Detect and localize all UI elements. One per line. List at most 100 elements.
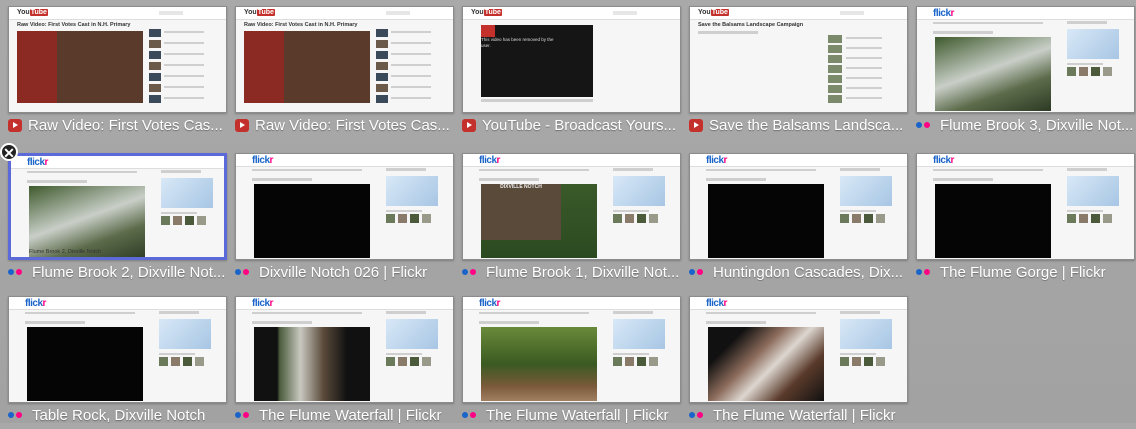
page-preview[interactable]: flickr bbox=[689, 296, 908, 403]
tab-title: Flume Brook 3, Dixville Not... bbox=[940, 116, 1134, 134]
tab-thumbnail[interactable]: YouTube This video has been removed by th… bbox=[462, 6, 681, 139]
tab-thumbnail[interactable]: YouTube Raw Video: First Votes Cast in N.… bbox=[235, 6, 454, 139]
toolbar-line bbox=[698, 31, 758, 34]
set-thumb bbox=[1079, 214, 1088, 223]
tab-thumbnail[interactable]: flickr Table Rock, Dixville Notch bbox=[8, 296, 227, 429]
flickr-logo-flick: flick bbox=[706, 155, 724, 166]
set-thumb bbox=[864, 357, 873, 366]
related-video-thumb bbox=[828, 35, 842, 43]
set-thumb bbox=[1067, 67, 1076, 76]
tab-thumbnail[interactable]: YouTube Save the Balsams Landscape Campai… bbox=[689, 6, 908, 139]
set-thumb bbox=[1091, 214, 1100, 223]
related-video-thumb bbox=[828, 45, 842, 53]
tab-thumbnail[interactable]: flickr Dixville Notch 026 | Flickr bbox=[235, 153, 454, 286]
sets-label bbox=[840, 210, 876, 212]
set-thumb bbox=[159, 357, 168, 366]
tab-thumbnail[interactable]: flickr The Flume Gorge | Flickr bbox=[916, 153, 1135, 286]
related-video-title bbox=[391, 42, 431, 44]
tab-label[interactable]: Dixville Notch 026 | Flickr bbox=[235, 262, 454, 282]
page-preview[interactable]: flickr bbox=[462, 296, 681, 403]
flickr-icon bbox=[689, 411, 707, 419]
tab-label[interactable]: Huntingdon Cascades, Dix... bbox=[689, 262, 908, 282]
page-preview[interactable]: flickr bbox=[235, 153, 454, 260]
tab-label[interactable]: Save the Balsams Landsca... bbox=[689, 115, 908, 135]
tab-thumbnail[interactable]: flickr DIXVILLE NOTCH Flume Brook 1, Dixvi… bbox=[462, 153, 681, 286]
set-thumb bbox=[398, 214, 407, 223]
youtube-icon bbox=[8, 118, 22, 132]
set-thumb bbox=[386, 214, 395, 223]
flickr-logo: flickr bbox=[252, 298, 273, 309]
video-frame-left bbox=[244, 31, 284, 103]
set-thumb bbox=[840, 357, 849, 366]
action-bar bbox=[933, 178, 993, 181]
tab-label[interactable]: The Flume Waterfall | Flickr bbox=[462, 405, 681, 425]
page-preview[interactable]: YouTube Raw Video: First Votes Cast in N.… bbox=[8, 6, 227, 113]
tab-thumbnail[interactable]: flickr The Flume Waterfall | Flickr bbox=[235, 296, 454, 429]
flickr-logo: flickr bbox=[27, 157, 48, 168]
sets-label bbox=[613, 210, 649, 212]
close-icon[interactable]: ✕ bbox=[0, 143, 18, 161]
related-video-thumb bbox=[149, 51, 161, 59]
set-thumb bbox=[876, 357, 885, 366]
tab-label[interactable]: The Flume Waterfall | Flickr bbox=[689, 405, 908, 425]
preview-header: flickr bbox=[690, 154, 907, 167]
tab-thumbnail[interactable]: flickr The Flume Waterfall | Flickr bbox=[462, 296, 681, 429]
tab-thumbnail[interactable]: YouTube Raw Video: First Votes Cast in N.… bbox=[8, 6, 227, 139]
tab-label[interactable]: Table Rock, Dixville Notch bbox=[8, 405, 227, 425]
location-map bbox=[613, 176, 665, 206]
photo-view bbox=[935, 184, 1051, 258]
tab-label[interactable]: Raw Video: First Votes Cas... bbox=[8, 115, 227, 135]
tab-label[interactable]: The Flume Gorge | Flickr bbox=[916, 262, 1135, 282]
page-title: Raw Video: First Votes Cast in N.H. Prim… bbox=[244, 22, 358, 28]
page-title: Raw Video: First Votes Cast in N.H. Prim… bbox=[17, 22, 131, 28]
page-preview[interactable]: flickr bbox=[916, 153, 1135, 260]
tab-label[interactable]: YouTube - Broadcast Yours... bbox=[462, 115, 681, 135]
page-preview[interactable]: YouTube Save the Balsams Landscape Campai… bbox=[689, 6, 908, 113]
related-video-thumb bbox=[149, 40, 161, 48]
youtube-logo-you: You bbox=[698, 9, 711, 16]
action-bar bbox=[933, 31, 993, 34]
photo-view bbox=[708, 184, 824, 258]
related-video-title bbox=[164, 53, 204, 55]
page-preview[interactable]: flickr bbox=[8, 296, 227, 403]
youtube-logo: YouTube bbox=[244, 9, 275, 16]
flickr-logo-r: r bbox=[723, 298, 728, 309]
tab-thumbnail[interactable]: flickr The Flume Waterfall | Flickr bbox=[689, 296, 908, 429]
set-thumb bbox=[197, 216, 206, 225]
related-video-thumb bbox=[828, 65, 842, 73]
tab-thumbnail[interactable]: flickr Huntingdon Cascades, Dix... bbox=[689, 153, 908, 286]
tab-title: The Flume Waterfall | Flickr bbox=[713, 406, 896, 424]
action-bar bbox=[25, 321, 85, 324]
tab-label[interactable]: Flume Brook 1, Dixville Not... bbox=[462, 262, 681, 282]
page-preview[interactable]: YouTube This video has been removed by th… bbox=[462, 6, 681, 113]
owner-info bbox=[1067, 21, 1107, 24]
flickr-logo-r: r bbox=[950, 8, 955, 19]
related-video-thumb bbox=[149, 73, 161, 81]
flickr-logo-flick: flick bbox=[933, 8, 951, 19]
page-preview[interactable]: flickr bbox=[235, 296, 454, 403]
page-preview[interactable]: flickr Flume Brook 2, Dixville Notch bbox=[8, 153, 227, 260]
tab-label[interactable]: Raw Video: First Votes Cas... bbox=[235, 115, 454, 135]
set-thumb bbox=[637, 357, 646, 366]
page-preview[interactable]: flickr bbox=[916, 6, 1135, 113]
tab-thumbnail[interactable]: flickr Flume Brook 3, Dixville Not... bbox=[916, 6, 1135, 139]
photo-view bbox=[935, 37, 1051, 111]
tab-label[interactable]: Flume Brook 2, Dixville Not... bbox=[8, 262, 227, 282]
page-preview[interactable]: flickr DIXVILLE NOTCH bbox=[462, 153, 681, 260]
related-video-title bbox=[391, 64, 431, 66]
youtube-logo-tube: Tube bbox=[483, 9, 502, 16]
set-thumb bbox=[1091, 67, 1100, 76]
tab-label[interactable]: The Flume Waterfall | Flickr bbox=[235, 405, 454, 425]
related-video-title bbox=[164, 42, 204, 44]
tab-thumbnail[interactable]: flickr Flume Brook 2, Dixville Notch Flume… bbox=[8, 153, 227, 286]
page-preview[interactable]: YouTube Raw Video: First Votes Cast in N.… bbox=[235, 6, 454, 113]
sets-label bbox=[161, 212, 197, 214]
nav-links bbox=[706, 169, 816, 171]
tab-label[interactable]: Flume Brook 3, Dixville Not... bbox=[916, 115, 1135, 135]
flickr-logo-r: r bbox=[42, 298, 47, 309]
flickr-logo: flickr bbox=[25, 298, 46, 309]
flickr-logo-flick: flick bbox=[479, 155, 497, 166]
flickr-logo-flick: flick bbox=[25, 298, 43, 309]
page-preview[interactable]: flickr bbox=[689, 153, 908, 260]
related-video-thumb bbox=[149, 84, 161, 92]
